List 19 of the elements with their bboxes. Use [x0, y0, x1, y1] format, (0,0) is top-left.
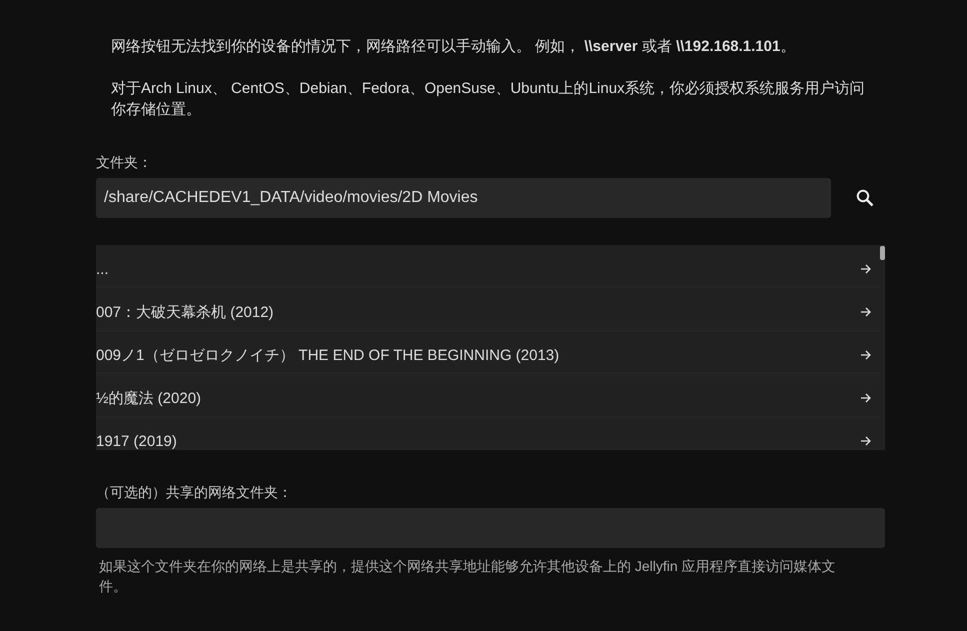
instruction-text: 对于Arch Linux、 CentOS、Debian、Fedora、OpenSuse、Ubuntu上的Linux系统，你必须授权系统服务用户访问你存储位置。	[111, 79, 866, 120]
arrow-icon	[860, 435, 872, 447]
directory-item[interactable]: 009ノ1（ゼロゼロクノイチ） THE END OF THE BEGINNING (2013)	[96, 331, 880, 374]
field-label: （可选的）共享的网络文件夹：	[96, 484, 293, 502]
arrow-icon	[860, 263, 872, 275]
arrow-icon	[860, 306, 872, 318]
field-label: 文件夹：	[96, 154, 153, 172]
network-share-field[interactable]	[96, 508, 885, 548]
help-text: 如果这个文件夹在你的网络上是共享的，提供这个网络共享地址能够允许其他设备上的 Jellyfin 应用程序直接访问媒体文件。	[99, 557, 837, 596]
folder-path-field[interactable]: /share/CACHEDEV1_DATA/video/movies/2D Movies	[96, 178, 831, 218]
arrow-icon	[860, 349, 872, 361]
instruction-text: 网络按钮无法找到你的设备的情况下，网络路径可以手动输入。 例如， \\server 或者 \\192.168.1.101。	[111, 37, 796, 57]
scrollbar-thumb[interactable]	[880, 246, 885, 260]
search-icon	[856, 189, 874, 207]
directory-item[interactable]: 007：大破天幕杀机 (2012)	[96, 288, 880, 331]
directory-item[interactable]: ...	[96, 245, 880, 288]
directory-item[interactable]: 1917 (2019)	[96, 417, 880, 450]
directory-item[interactable]: ½的魔法 (2020)	[96, 374, 880, 417]
arrow-icon	[860, 392, 872, 404]
